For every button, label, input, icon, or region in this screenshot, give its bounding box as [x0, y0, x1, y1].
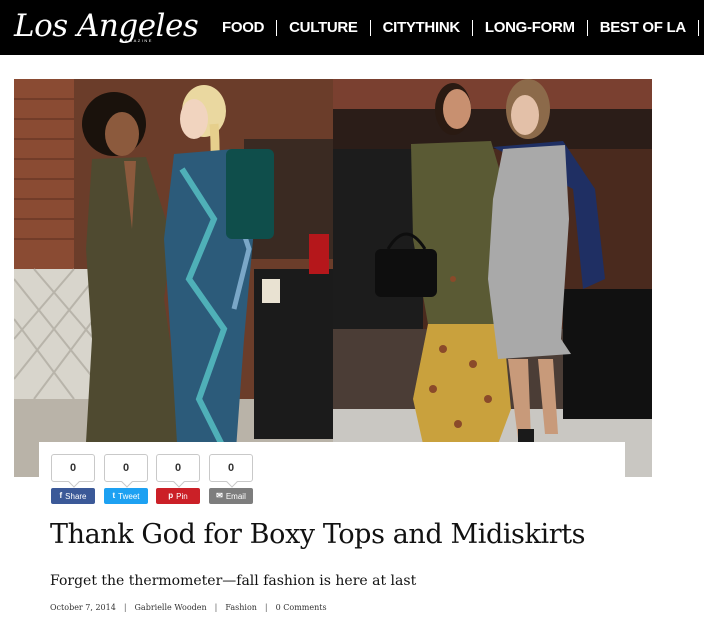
nav-item-long-form[interactable]: LONG-FORM	[485, 19, 575, 36]
article-meta: October 7, 2014 | Gabrielle Wooden | Fas…	[50, 603, 327, 612]
logo-subtitle: MAGAZINE	[120, 38, 153, 43]
pinterest-pin-button[interactable]: p Pin	[156, 488, 200, 504]
meta-divider: |	[264, 603, 268, 612]
share-button-label: Pin	[176, 491, 188, 501]
meta-divider: |	[123, 603, 127, 612]
category-link[interactable]: Fashion	[225, 603, 257, 612]
logo-text: Los Angeles	[14, 8, 199, 44]
share-email: 0 ✉ Email	[209, 454, 253, 504]
meta-divider: |	[214, 603, 218, 612]
share-twitter: 0 t Tweet	[104, 454, 148, 504]
pinterest-icon: p	[168, 491, 174, 500]
share-count: 0	[51, 454, 95, 482]
twitter-tweet-button[interactable]: t Tweet	[104, 488, 148, 504]
top-navigation-bar: Los Angeles MAGAZINE FOOD CULTURE CITYTH…	[0, 0, 704, 55]
twitter-icon: t	[112, 491, 116, 500]
share-pinterest: 0 p Pin	[156, 454, 200, 504]
main-nav: FOOD CULTURE CITYTHINK LONG-FORM BEST OF…	[222, 0, 704, 55]
article-subtitle: Forget the thermometer—fall fashion is h…	[50, 573, 417, 589]
share-button-label: Tweet	[118, 491, 140, 501]
publish-date: October 7, 2014	[50, 603, 116, 612]
nav-divider	[471, 19, 473, 36]
share-panel: 0 f Share 0 t Tweet 0 p Pin 0 ✉ Email	[39, 442, 625, 508]
nav-divider	[586, 19, 588, 36]
nav-item-food[interactable]: FOOD	[222, 19, 264, 36]
nav-item-citythink[interactable]: CITYTHINK	[383, 19, 461, 36]
photo-right-illustration	[333, 79, 652, 477]
email-icon: ✉	[216, 491, 223, 500]
site-logo[interactable]: Los Angeles	[14, 6, 199, 46]
nav-divider	[697, 19, 699, 36]
photo-left	[14, 79, 333, 477]
nav-divider	[276, 19, 278, 36]
photo-left-illustration	[14, 79, 333, 477]
comments-link[interactable]: 0 Comments	[276, 603, 327, 612]
facebook-share-button[interactable]: f Share	[51, 488, 95, 504]
share-facebook: 0 f Share	[51, 454, 95, 504]
share-count: 0	[104, 454, 148, 482]
facebook-icon: f	[59, 491, 63, 500]
nav-divider	[369, 19, 371, 36]
email-share-button[interactable]: ✉ Email	[209, 488, 253, 504]
photo-right	[333, 79, 652, 477]
hero-image	[14, 79, 652, 477]
author-link[interactable]: Gabrielle Wooden	[135, 603, 207, 612]
share-button-label: Email	[225, 491, 246, 501]
share-count: 0	[156, 454, 200, 482]
nav-item-culture[interactable]: CULTURE	[289, 19, 358, 36]
article-title: Thank God for Boxy Tops and Midiskirts	[50, 519, 586, 550]
share-count: 0	[209, 454, 253, 482]
share-button-label: Share	[65, 491, 87, 501]
nav-item-best-of-la[interactable]: BEST OF LA	[600, 19, 686, 36]
